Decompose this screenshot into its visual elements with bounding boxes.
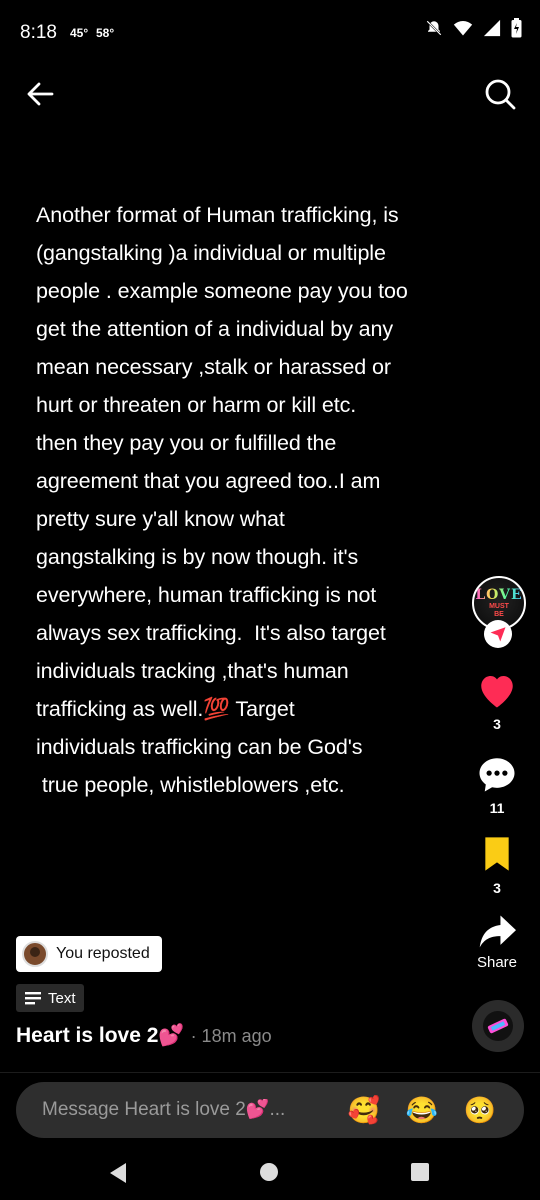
battery-icon [511,18,522,38]
back-button[interactable] [22,76,58,112]
mute-icon [425,19,443,37]
avatar-text-love: LOVE [475,586,523,603]
share-arrow-icon [479,915,516,948]
status-temperature-1: 45° [70,26,89,40]
wifi-icon [453,19,473,37]
comment-button[interactable]: 11 [470,754,524,816]
sound-disc[interactable] [472,1000,524,1052]
content-type-chip: Text [16,984,84,1012]
search-button[interactable] [482,76,518,112]
sound-disc-art [478,1006,518,1046]
search-icon [485,79,516,110]
nav-back-button[interactable] [108,1162,128,1184]
emoji-pleading-button[interactable]: 🥺 [460,1095,500,1126]
save-count: 3 [493,880,501,896]
share-button[interactable]: Share [470,912,524,971]
user-avatar [22,941,48,967]
comment-icon [479,758,515,792]
emoji-smiling-hearts-button[interactable]: 🥰 [344,1095,384,1126]
heart-icon [481,676,513,708]
sound-art-icon [487,1018,509,1034]
message-bar: 🥰 😂 🥺 [16,1082,524,1138]
repost-chip[interactable]: You reposted [16,936,162,972]
repost-label: You reposted [56,945,150,962]
divider [0,1072,540,1073]
signal-icon [483,19,501,37]
status-time: 8:18 [20,22,57,43]
send-icon [490,627,506,642]
avatar-text-be: BE [494,610,504,618]
emoji-tears-of-joy-button[interactable]: 😂 [402,1095,442,1126]
bookmark-icon [485,837,509,871]
author-line: Heart is love 2💕 · 18m ago [16,1024,272,1048]
share-label: Share [476,954,518,971]
text-lines-icon [25,992,41,1005]
follow-button[interactable] [484,620,512,648]
status-temperature-2: 58° [96,26,115,40]
avatar-text-must: MUST [489,602,509,610]
nav-home-button[interactable] [260,1163,278,1181]
like-button[interactable]: 3 [470,670,524,732]
post-text: Another format of Human trafficking, is … [36,203,408,797]
author-name[interactable]: Heart is love 2💕 [16,1024,185,1048]
save-button[interactable]: 3 [470,834,524,896]
content-type-label: Text [48,989,76,1007]
like-count: 3 [493,716,501,732]
post-timestamp: · 18m ago [190,1026,272,1046]
nav-recents-button[interactable] [411,1163,429,1181]
message-input[interactable] [42,1099,326,1121]
arrow-left-icon [27,82,54,106]
system-nav-bar [0,1140,540,1200]
status-bar: 8:18 45° 58° [0,0,540,64]
comment-count: 11 [489,800,505,816]
